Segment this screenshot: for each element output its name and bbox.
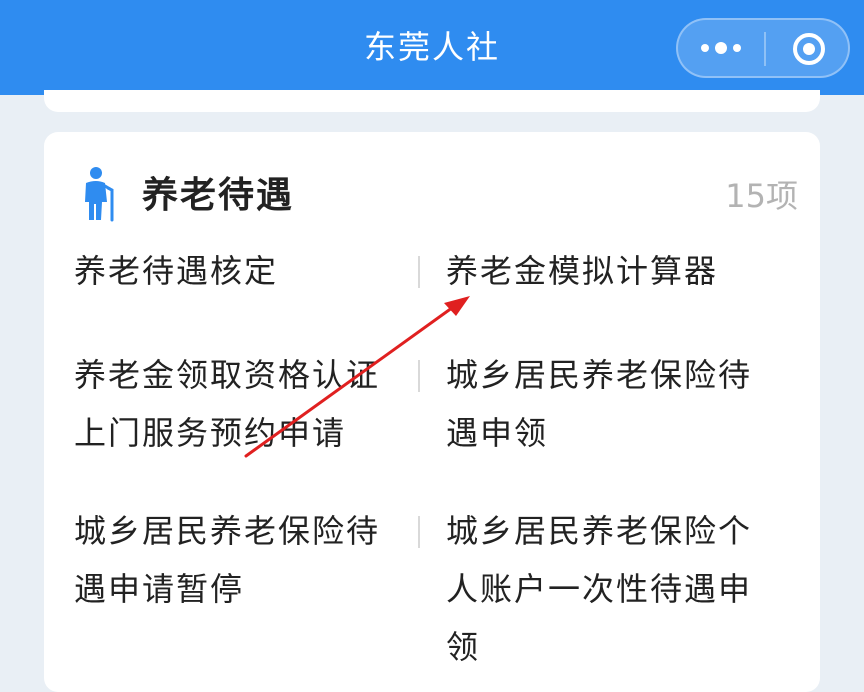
more-menu-button[interactable] bbox=[678, 20, 764, 76]
elderly-person-icon bbox=[85, 167, 114, 222]
service-item-pension-assessment[interactable]: 养老待遇核定 bbox=[74, 242, 404, 300]
close-mini-program-button[interactable] bbox=[766, 20, 848, 76]
mini-program-capsule bbox=[676, 18, 850, 78]
service-item-qualification-home-service[interactable]: 养老金领取资格认证上门服务预约申请 bbox=[74, 346, 404, 462]
service-item-resident-pension-claim[interactable]: 城乡居民养老保险待遇申领 bbox=[446, 346, 776, 462]
service-item-pension-calculator[interactable]: 养老金模拟计算器 bbox=[446, 242, 776, 300]
previous-card-edge bbox=[44, 90, 820, 112]
column-divider bbox=[418, 516, 420, 548]
item-count: 15项 bbox=[725, 177, 798, 215]
service-item-resident-account-lump-sum[interactable]: 城乡居民养老保险个人账户一次性待遇申领 bbox=[446, 502, 776, 676]
service-item-resident-pension-suspend[interactable]: 城乡居民养老保险待遇申请暂停 bbox=[74, 502, 404, 618]
column-divider bbox=[418, 360, 420, 392]
navigation-bar: 东莞人社 bbox=[0, 0, 864, 95]
card-header: 养老待遇 15项 bbox=[44, 132, 820, 252]
section-title: 养老待遇 bbox=[142, 175, 295, 216]
more-dots-icon bbox=[701, 42, 741, 54]
column-divider bbox=[418, 256, 420, 288]
target-close-icon bbox=[793, 33, 825, 65]
pension-benefits-card: 养老待遇 15项 养老待遇核定 养老金模拟计算器 养老金领取资格认证上门服务预约… bbox=[44, 132, 820, 692]
